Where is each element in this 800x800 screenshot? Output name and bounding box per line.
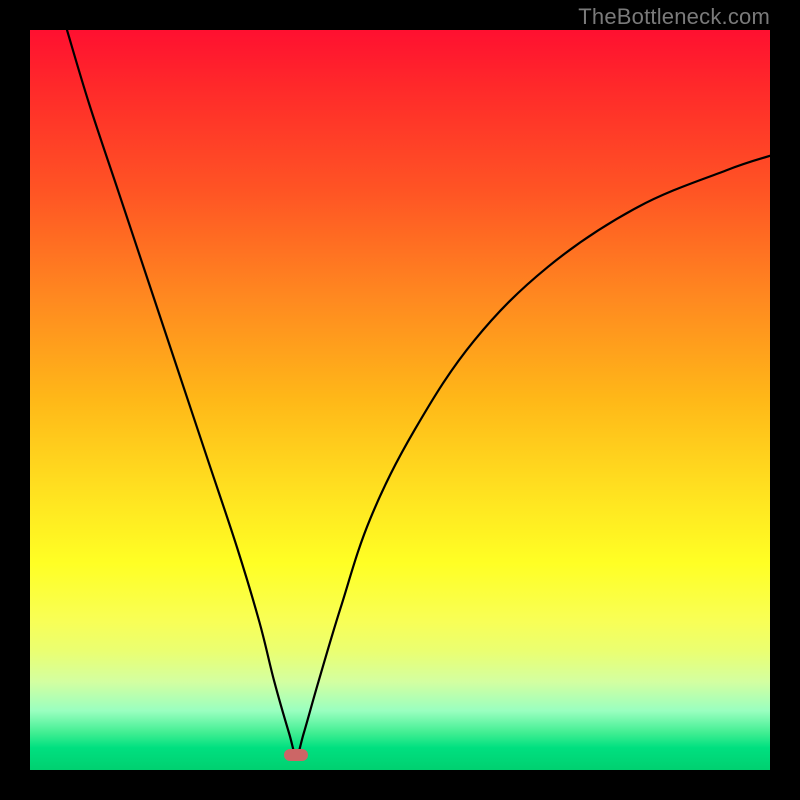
watermark-text: TheBottleneck.com	[578, 4, 770, 30]
bottleneck-curve	[67, 30, 770, 755]
chart-canvas: TheBottleneck.com	[0, 0, 800, 800]
plot-area	[30, 30, 770, 770]
curve-svg	[30, 30, 770, 770]
minimum-marker	[284, 749, 308, 761]
